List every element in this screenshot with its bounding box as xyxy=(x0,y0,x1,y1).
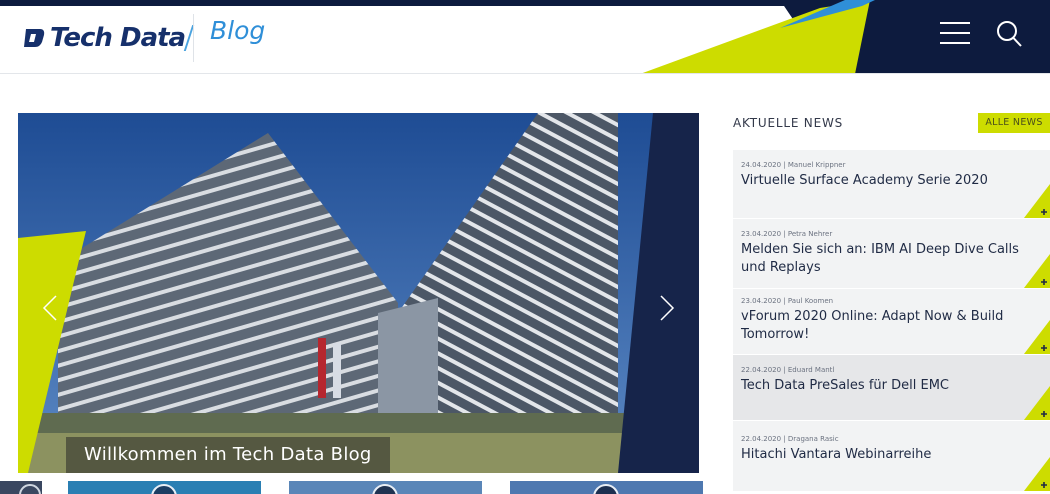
news-item-headline: Melden Sie sich an: IBM AI Deep Dive Cal… xyxy=(741,242,1019,275)
slider-next-button[interactable] xyxy=(651,288,681,328)
site-header: Tech Data Blog xyxy=(0,0,1050,74)
news-item-headline: Virtuelle Surface Academy Serie 2020 xyxy=(741,173,988,188)
tech-data-logo[interactable]: Tech Data xyxy=(24,18,195,58)
hero-building-image xyxy=(18,113,699,473)
search-button[interactable] xyxy=(993,18,1025,50)
header-decoration xyxy=(642,0,1050,73)
news-item-meta: 23.04.2020 | Paul Koomen xyxy=(741,297,834,305)
thumbnail-2[interactable] xyxy=(68,481,261,494)
hamburger-icon-line xyxy=(940,32,970,34)
news-item-meta: 22.04.2020 | Eduard Mantl xyxy=(741,366,835,374)
slider-prev-button[interactable] xyxy=(36,288,66,328)
search-icon xyxy=(997,21,1022,47)
news-sidebar: AKTUELLE NEWS ALLE NEWS 24.04.2020 | Man… xyxy=(733,108,1050,494)
news-item[interactable]: 23.04.2020 | Petra Nehrer Melden Sie sic… xyxy=(733,219,1050,288)
news-item-headline: Hitachi Vantara Webinarreihe xyxy=(741,447,932,462)
plus-icon[interactable] xyxy=(1024,320,1050,354)
all-news-button[interactable]: ALLE NEWS xyxy=(978,113,1050,133)
news-item[interactable]: 24.04.2020 | Manuel Krippner Virtuelle S… xyxy=(733,150,1050,218)
news-item-meta: 23.04.2020 | Petra Nehrer xyxy=(741,230,833,238)
news-item-meta: 24.04.2020 | Manuel Krippner xyxy=(741,161,846,169)
logo-wordmark: Tech Data xyxy=(50,23,186,53)
hero-slider[interactable]: Willkommen im Tech Data Blog xyxy=(18,113,699,473)
thumbnail-4[interactable] xyxy=(510,481,703,494)
menu-button[interactable] xyxy=(940,22,970,48)
hamburger-icon xyxy=(940,22,970,24)
tech-data-logo-mark-icon xyxy=(24,29,45,47)
thumbnail-3[interactable] xyxy=(289,481,482,494)
news-item[interactable]: 22.04.2020 | Eduard Mantl Tech Data PreS… xyxy=(733,355,1050,420)
thumbnail-1[interactable] xyxy=(0,481,42,494)
news-item[interactable]: 23.04.2020 | Paul Koomen vForum 2020 Onl… xyxy=(733,289,1050,354)
hamburger-icon-line xyxy=(940,42,970,44)
header-divider xyxy=(193,14,194,62)
blog-section-label[interactable]: Blog xyxy=(210,16,265,45)
news-section-title: AKTUELLE NEWS xyxy=(733,116,844,130)
plus-icon[interactable] xyxy=(1024,184,1050,218)
news-item[interactable]: 22.04.2020 | Dragana Rasic Hitachi Vanta… xyxy=(733,421,1050,491)
chevron-right-icon xyxy=(660,295,675,321)
news-item-meta: 22.04.2020 | Dragana Rasic xyxy=(741,435,839,443)
thumbnail-row xyxy=(0,481,703,494)
plus-icon[interactable] xyxy=(1024,386,1050,420)
plus-icon[interactable] xyxy=(1024,254,1050,288)
news-item-headline: Tech Data PreSales für Dell EMC xyxy=(741,378,949,393)
plus-icon[interactable] xyxy=(1024,457,1050,491)
chevron-left-icon xyxy=(42,295,57,321)
hero-caption[interactable]: Willkommen im Tech Data Blog xyxy=(66,437,390,473)
news-item-headline: vForum 2020 Online: Adapt Now & Build To… xyxy=(741,309,1004,342)
